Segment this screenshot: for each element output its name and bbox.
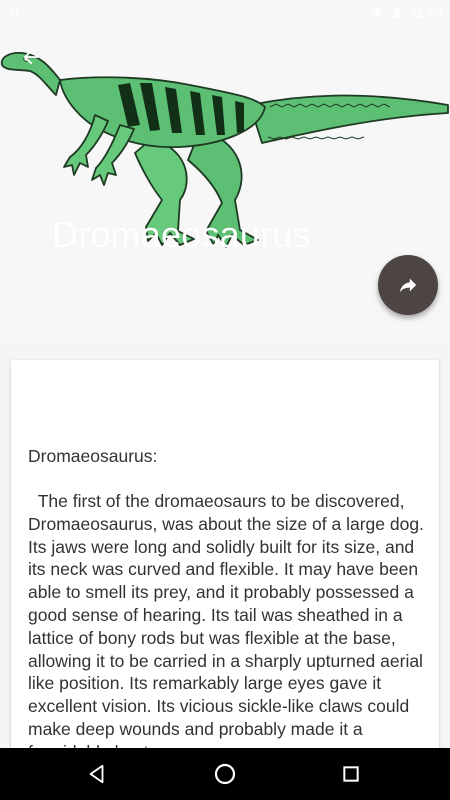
- article-card: Dromaeosaurus: The first of the dromaeos…: [11, 360, 439, 760]
- system-nav-bar: [0, 748, 450, 800]
- battery-icon: [394, 6, 401, 18]
- circle-home-icon: [214, 763, 236, 785]
- page-title: Dromaeosaurus: [52, 214, 311, 255]
- wifi-icon: [371, 7, 384, 18]
- clock-text: 11:53: [410, 5, 442, 20]
- triangle-back-icon: [89, 764, 104, 784]
- detail-screen: Dromaeosaurus N 11:53 Dromaeosaurus: The…: [0, 0, 450, 800]
- nav-back-button[interactable]: [82, 760, 112, 788]
- notification-indicator: N: [10, 6, 18, 18]
- share-arrow-icon: [399, 278, 417, 293]
- square-recents-icon: [343, 766, 359, 782]
- status-bar: N 11:53: [0, 0, 450, 25]
- article-body: The first of the dromaeosaurs to be disc…: [28, 491, 424, 760]
- nav-recents-button[interactable]: [336, 760, 366, 788]
- arrow-left-icon: [23, 49, 39, 65]
- nav-home-button[interactable]: [210, 760, 240, 788]
- status-icons: 11:53: [370, 5, 442, 20]
- share-button[interactable]: [378, 255, 438, 315]
- back-button[interactable]: [14, 42, 48, 72]
- article-heading: Dromaeosaurus:: [28, 446, 158, 466]
